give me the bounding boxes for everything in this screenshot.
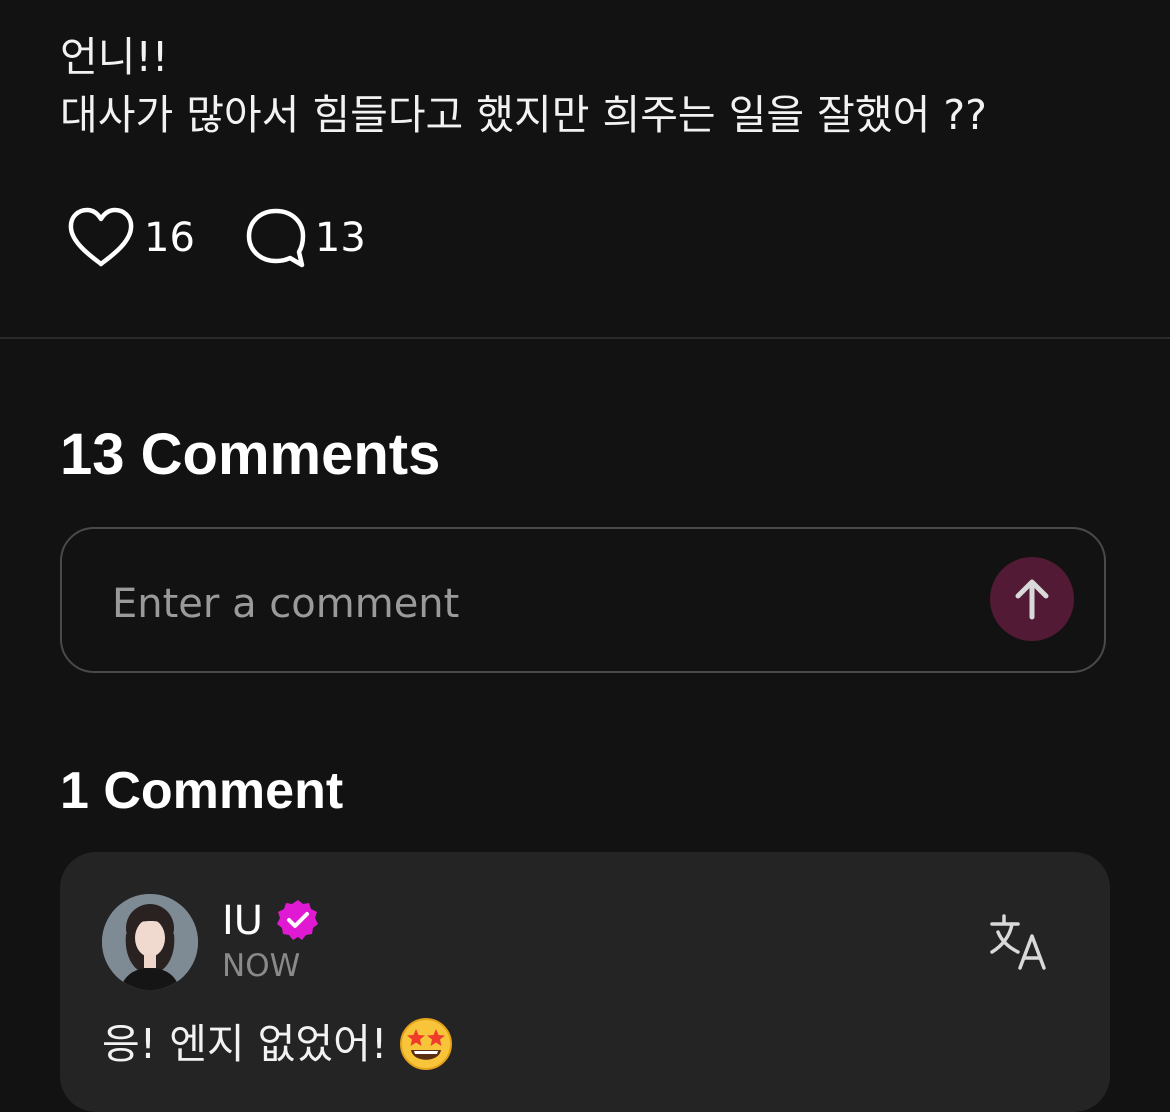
comment-author[interactable]: IU <box>222 896 263 946</box>
section-divider <box>0 337 1170 339</box>
post-text-line-2: 대사가 많아서 힘들다고 했지만 희주는 일을 잘했어 ?? <box>60 91 987 139</box>
translate-icon <box>990 914 1046 970</box>
arrow-up-icon <box>1015 579 1049 620</box>
post-text: 언니!! 대사가 많아서 힘들다고 했지만 희주는 일을 잘했어 ?? <box>60 28 1110 144</box>
send-comment-button[interactable] <box>990 557 1074 641</box>
avatar-image <box>102 894 198 990</box>
comment-card: IU NOW 응! 엔지 없었어! <box>60 852 1110 1112</box>
comment-input-box <box>60 527 1106 673</box>
post-text-line-1: 언니!! <box>60 33 169 81</box>
avatar[interactable] <box>102 894 198 990</box>
thread-heading: 1 Comment <box>60 762 344 820</box>
comment-input[interactable] <box>112 569 912 639</box>
comment-timestamp: NOW <box>222 948 301 984</box>
heart-icon <box>68 207 134 267</box>
comment-count-button[interactable]: 13 <box>245 206 366 270</box>
post-actions: 16 13 <box>66 206 366 270</box>
verified-badge-icon <box>277 900 318 940</box>
comment-text-row: 응! 엔지 없었어! <box>102 1016 453 1072</box>
comments-count-heading: 13 Comments <box>60 422 441 487</box>
comment-count: 13 <box>314 215 366 261</box>
star-struck-emoji <box>400 1018 453 1070</box>
like-count: 16 <box>144 215 195 261</box>
comment-text: 응! 엔지 없었어! <box>102 1020 388 1068</box>
speech-bubble-icon <box>246 208 306 268</box>
like-button[interactable]: 16 <box>66 206 195 270</box>
translate-button[interactable] <box>988 910 1054 976</box>
